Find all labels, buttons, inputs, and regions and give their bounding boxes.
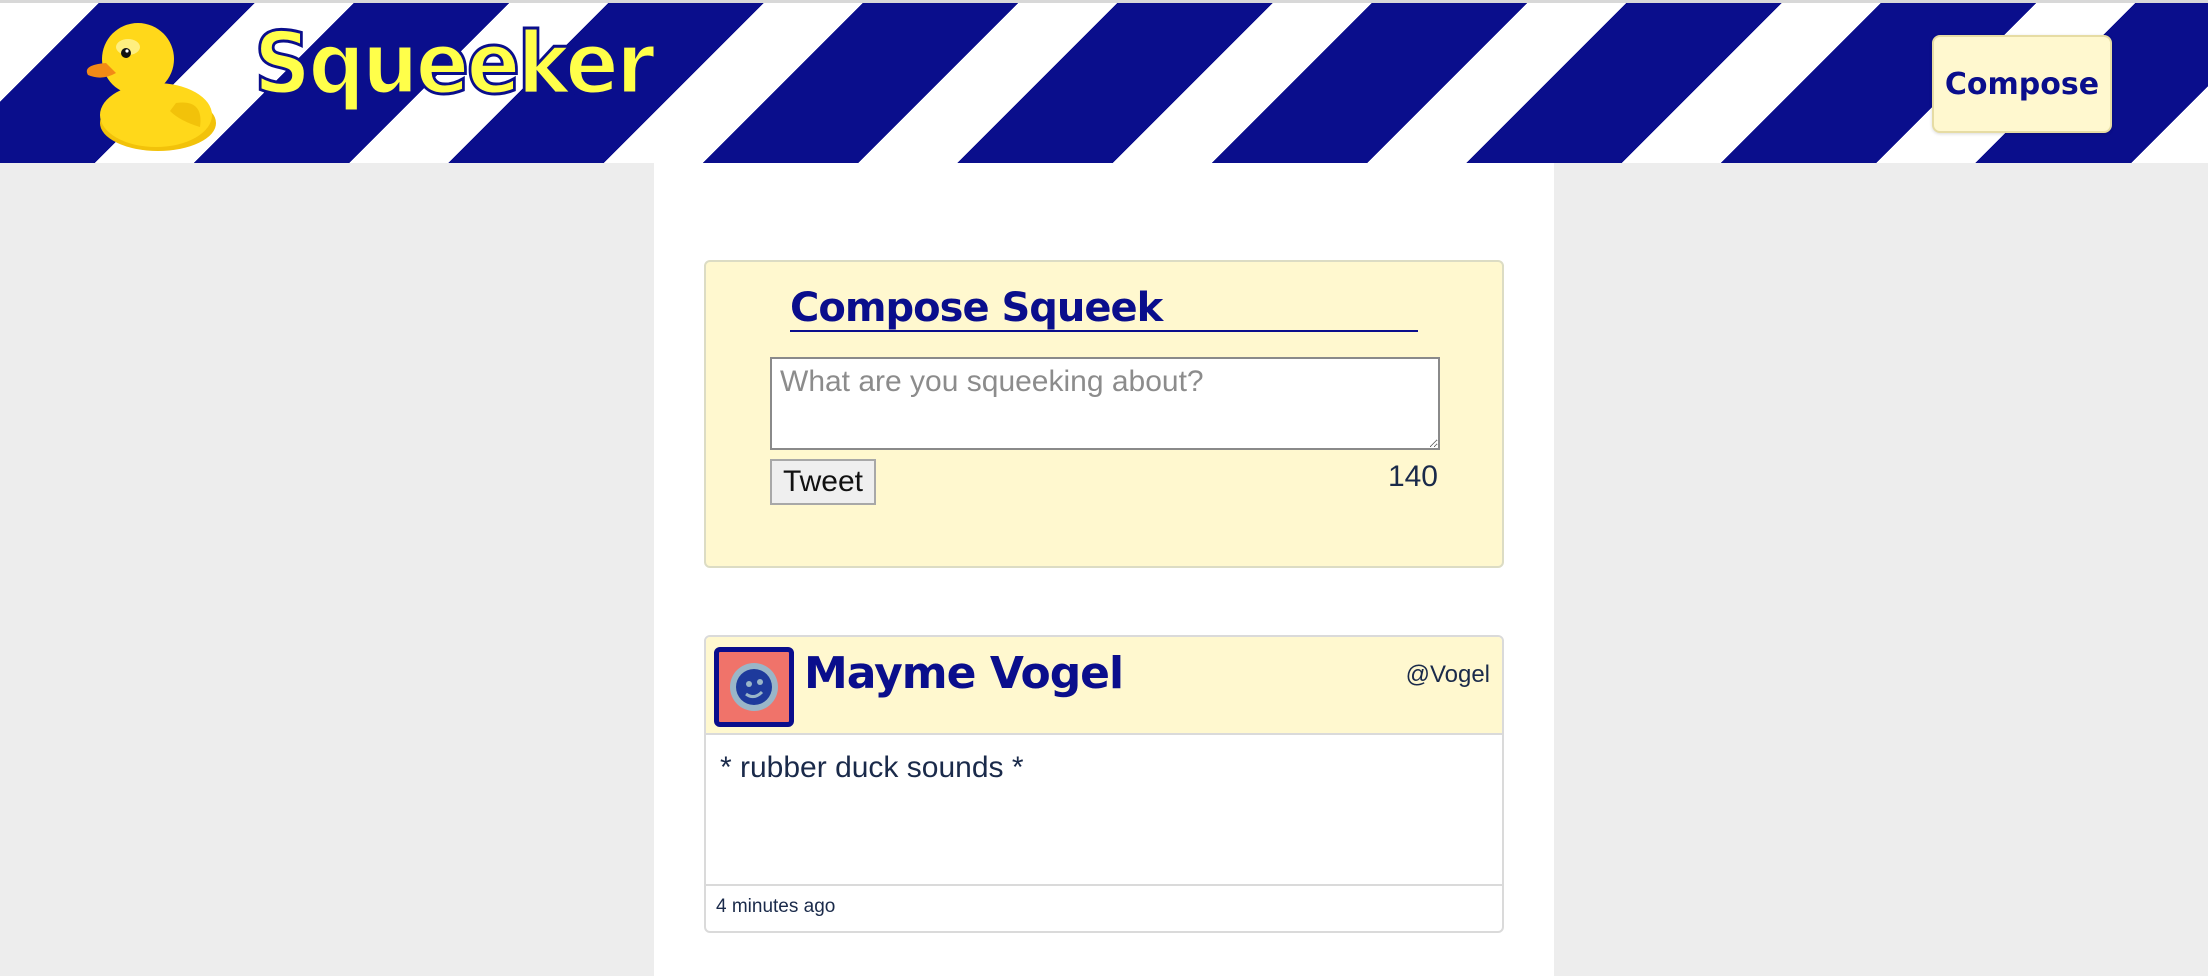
rubber-duck-icon[interactable]	[80, 11, 220, 153]
tweet-text: * rubber duck sounds *	[720, 751, 1024, 784]
char-counter: 140	[1387, 460, 1438, 493]
author-name[interactable]: Mayme Vogel	[804, 647, 1124, 701]
compose-title: Compose Squeek	[790, 284, 1418, 332]
tweet-card: Mayme Vogel @Vogel * rubber duck sounds …	[704, 635, 1504, 933]
compose-card: Compose Squeek Tweet 140	[704, 260, 1504, 568]
author-handle[interactable]: @Vogel	[1406, 661, 1490, 689]
main-column: Compose Squeek Tweet 140 Mayme Vogel @Vo…	[654, 163, 1554, 976]
tweet-timestamp: 4 minutes ago	[716, 896, 836, 917]
tweet-button[interactable]: Tweet	[770, 459, 876, 505]
compose-nav-button[interactable]: Compose	[1932, 35, 2112, 133]
brand-title[interactable]: Squeeker	[253, 20, 657, 109]
tweet-header: Mayme Vogel @Vogel	[706, 637, 1502, 735]
navbar: Squeeker Compose	[0, 0, 2208, 163]
robot-avatar-icon	[714, 647, 794, 727]
compose-input[interactable]	[770, 357, 1440, 450]
tweet-footer: 4 minutes ago	[706, 884, 1502, 931]
